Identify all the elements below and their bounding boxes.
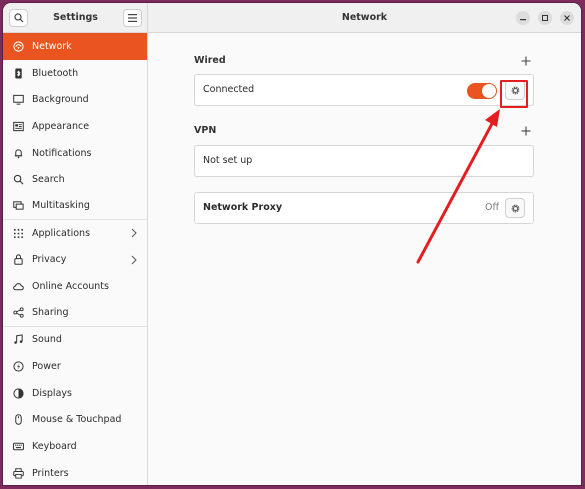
vpn-status: Not set up (203, 155, 253, 166)
network-proxy-status: Off (485, 202, 500, 213)
network-icon (12, 40, 24, 52)
bell-icon (12, 147, 24, 159)
sidebar-item-label: Keyboard (32, 441, 77, 453)
sidebar-item-label: Sound (32, 334, 62, 346)
vpn-row: Not set up (194, 145, 534, 177)
sidebar-item-printers[interactable]: Printers (3, 460, 147, 485)
sidebar-item-power[interactable]: Power (3, 353, 147, 380)
chevron-right-icon (131, 228, 137, 238)
wired-connection-row: Connected (194, 74, 534, 106)
maximize-button[interactable] (538, 11, 552, 25)
sidebar-item-sharing[interactable]: Sharing (3, 300, 147, 327)
add-vpn-icon[interactable] (520, 125, 532, 137)
sidebar-item-sound[interactable]: Sound (3, 327, 147, 354)
minimize-button[interactable] (516, 11, 530, 25)
sidebar-item-label: Appearance (32, 120, 90, 132)
wired-section-title: Wired (194, 55, 226, 66)
printer-icon (12, 467, 24, 479)
sidebar-item-label: Notifications (32, 147, 92, 159)
keyboard-icon (12, 441, 24, 453)
close-button[interactable] (560, 11, 574, 25)
sidebar-item-applications[interactable]: Applications (3, 220, 147, 247)
power-icon (12, 361, 24, 373)
sidebar-item-label: Displays (32, 387, 72, 399)
gear-icon (511, 204, 519, 212)
annotation-highlight-box (500, 80, 528, 108)
sidebar-item-online-accounts[interactable]: Online Accounts (3, 273, 147, 300)
sidebar-item-label: Power (32, 361, 61, 373)
appearance-icon (12, 120, 24, 132)
vpn-section-title: VPN (194, 125, 217, 136)
chevron-right-icon (131, 255, 137, 264)
sidebar-item-label: Bluetooth (32, 67, 79, 79)
sidebar-item-mouse-touchpad[interactable]: Mouse & Touchpad (3, 407, 147, 434)
sidebar-item-label: Mouse & Touchpad (32, 414, 122, 426)
network-panel: Wired Connected VPN Not set up Network P… (148, 33, 581, 485)
sidebar-item-label: Multitasking (32, 200, 90, 212)
network-proxy-label: Network Proxy (203, 202, 283, 213)
mouse-icon (12, 414, 24, 426)
wired-toggle[interactable] (467, 83, 497, 99)
grid-icon (12, 227, 24, 239)
lock-icon (12, 254, 24, 266)
sidebar-item-keyboard[interactable]: Keyboard (3, 433, 147, 460)
toggle-knob (482, 84, 496, 98)
sidebar-item-multitasking[interactable]: Multitasking (3, 193, 147, 220)
sidebar-header: Settings (3, 3, 148, 33)
hamburger-icon (128, 14, 137, 22)
search-icon (12, 174, 24, 186)
display-icon (12, 387, 24, 399)
sidebar-item-label: Printers (32, 467, 69, 479)
sidebar-item-label: Privacy (32, 254, 67, 266)
sidebar-item-network[interactable]: Network (3, 33, 147, 60)
bluetooth-icon (12, 67, 24, 79)
settings-window: Settings Network Network Bluetooth Backg… (3, 3, 581, 485)
sidebar-item-bluetooth[interactable]: Bluetooth (3, 60, 147, 87)
sidebar-item-displays[interactable]: Displays (3, 380, 147, 407)
add-wired-icon[interactable] (520, 55, 532, 67)
wired-status: Connected (203, 84, 255, 95)
music-note-icon (12, 334, 24, 346)
sidebar-item-label: Sharing (32, 307, 69, 319)
sidebar-item-background[interactable]: Background (3, 86, 147, 113)
sidebar-item-label: Applications (32, 227, 91, 239)
sidebar: Network Bluetooth Background Appearance … (3, 33, 148, 485)
sidebar-item-notifications[interactable]: Notifications (3, 140, 147, 167)
multitasking-icon (12, 200, 24, 212)
sidebar-item-label: Background (32, 94, 89, 106)
sidebar-item-label: Search (32, 174, 65, 186)
sidebar-item-label: Network (32, 40, 72, 52)
proxy-settings-button[interactable] (505, 198, 525, 218)
network-proxy-row[interactable]: Network Proxy Off (194, 192, 534, 224)
sidebar-item-appearance[interactable]: Appearance (3, 113, 147, 140)
sidebar-item-privacy[interactable]: Privacy (3, 247, 147, 274)
share-icon (12, 307, 24, 319)
minimize-icon (520, 19, 526, 21)
sidebar-item-search[interactable]: Search (3, 166, 147, 193)
main-header: Network (148, 3, 581, 33)
close-icon (564, 15, 570, 21)
sidebar-item-label: Online Accounts (32, 281, 109, 293)
background-icon (12, 94, 24, 106)
maximize-icon (542, 15, 548, 21)
cloud-icon (12, 281, 24, 293)
menu-button[interactable] (123, 9, 142, 27)
